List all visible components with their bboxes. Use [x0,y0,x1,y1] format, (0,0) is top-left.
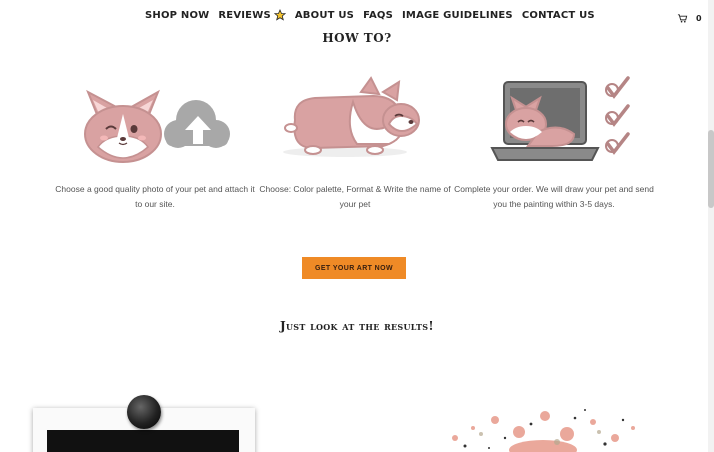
step-1-text: Choose a good quality photo of your pet … [55,184,255,209]
step-3-text: Complete your order. We will draw your p… [454,184,654,209]
nav-links: SHOP NOW REVIEWS ABOUT US FAQS IMAGE GUI… [145,9,595,21]
scrollbar-thumb[interactable] [708,130,714,208]
nav-reviews[interactable]: REVIEWS [218,9,286,21]
nav-reviews-label: REVIEWS [218,9,271,21]
result-photo [47,430,239,452]
cart-button[interactable]: 0 [677,13,702,24]
nav-image-guidelines[interactable]: IMAGE GUIDELINES [402,9,513,21]
nav-shop-now[interactable]: SHOP NOW [145,9,209,21]
results-title: Just look at the results! [280,319,434,333]
star-icon [273,9,286,21]
top-navigation: SHOP NOW REVIEWS ABOUT US FAQS IMAGE GUI… [0,0,714,30]
get-your-art-now-button[interactable]: GET YOUR ART NOW [302,257,406,279]
corgi-upload-cloud-illustration [84,89,230,163]
pin-icon [127,395,161,429]
how-to-title: HOW TO? [322,31,392,45]
cart-count: 0 [696,14,702,23]
scrollbar[interactable] [708,0,714,452]
result-painting-splash [452,409,635,452]
nav-about-us[interactable]: ABOUT US [295,9,354,21]
corgi-lying-illustration [283,76,420,157]
corgi-laptop-checklist-illustration [490,76,630,161]
nav-faqs[interactable]: FAQS [363,9,393,21]
cart-icon [677,14,688,23]
step-2-text: Choose: Color palette, Format & Write th… [259,184,451,209]
nav-contact-us[interactable]: CONTACT US [522,9,595,21]
